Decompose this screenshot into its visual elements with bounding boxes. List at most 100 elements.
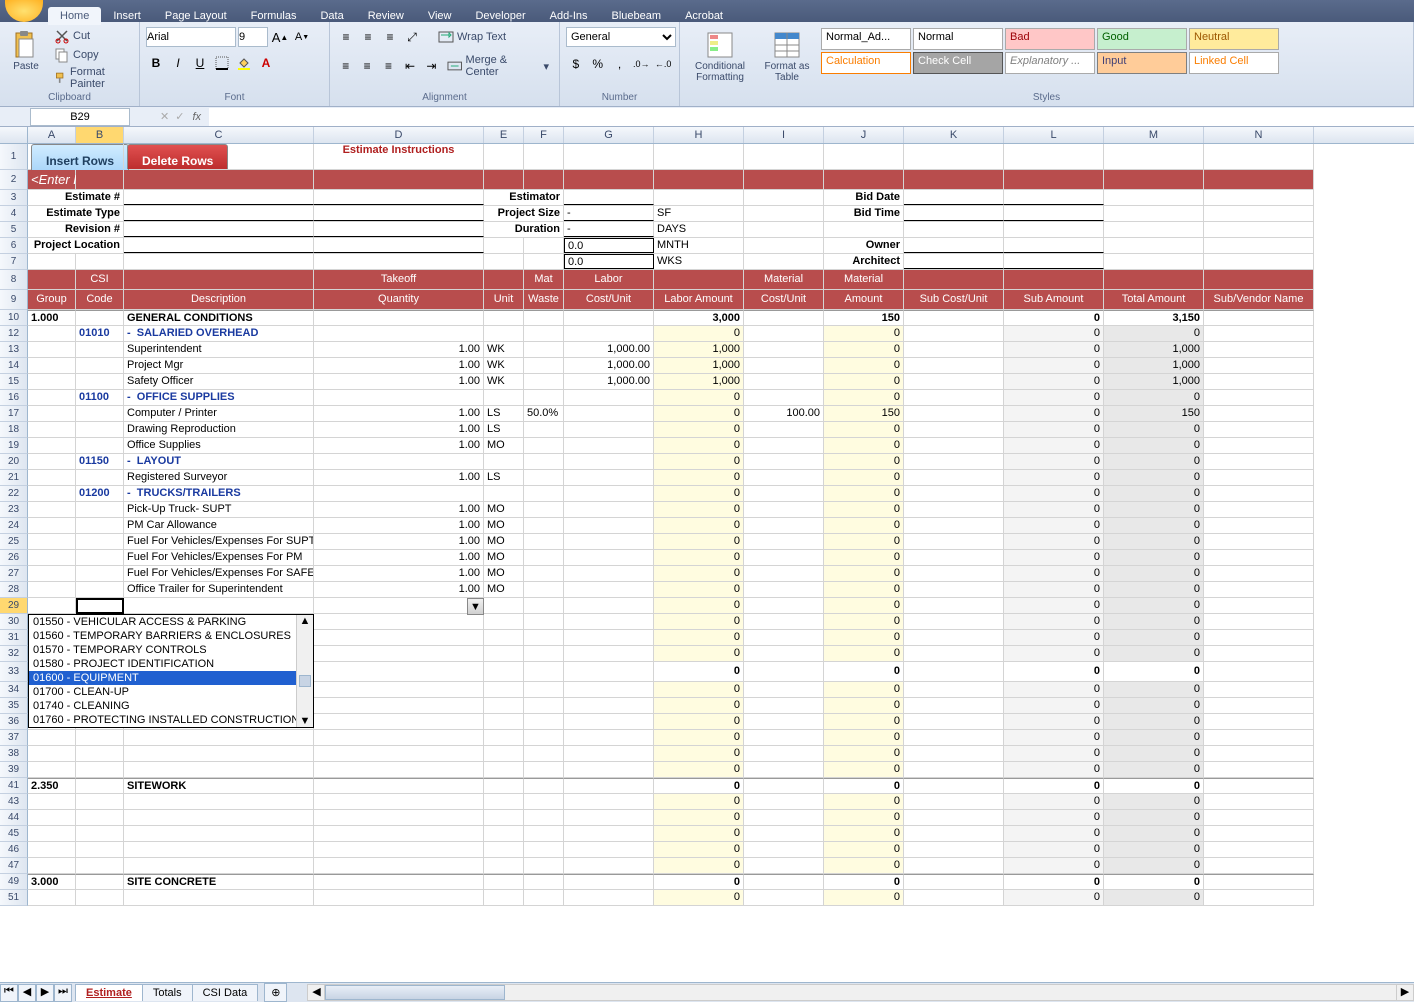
enter-formula-icon[interactable]: ✓ [175,110,184,123]
row-header-34[interactable]: 34 [0,682,28,698]
row-header-45[interactable]: 45 [0,826,28,842]
row-header-6[interactable]: 6 [0,238,28,254]
column-header-L[interactable]: L [1004,127,1104,143]
font-color-button[interactable]: A [256,53,276,73]
format-painter-button[interactable]: Format Painter [50,65,133,91]
cell-style-option[interactable]: Calculation [821,52,911,74]
dropdown-scrollbar[interactable]: ▲▼ [296,615,313,727]
cell-style-option[interactable]: Explanatory ... [1005,52,1095,74]
dropdown-item[interactable]: 01550 - VEHICULAR ACCESS & PARKING [29,615,313,629]
row-header-43[interactable]: 43 [0,794,28,810]
dropdown-item[interactable]: 01700 - CLEAN-UP [29,685,313,699]
row-header-33[interactable]: 33 [0,662,28,682]
row-header-15[interactable]: 15 [0,374,28,390]
row-header-26[interactable]: 26 [0,550,28,566]
row-header-7[interactable]: 7 [0,254,28,270]
row-header-1[interactable]: 1 [0,144,28,170]
column-header-C[interactable]: C [124,127,314,143]
orientation-button[interactable]: ⤢ [402,27,422,47]
column-header-E[interactable]: E [484,127,524,143]
dropdown-item[interactable]: 01760 - PROTECTING INSTALLED CONSTRUCTIO… [29,713,313,727]
row-header-5[interactable]: 5 [0,222,28,238]
cell-style-option[interactable]: Bad [1005,28,1095,50]
new-sheet-button[interactable]: ⊕ [264,983,287,1002]
row-header-35[interactable]: 35 [0,698,28,714]
align-bottom-button[interactable]: ≡ [380,27,400,47]
select-all-button[interactable] [0,127,28,143]
percent-button[interactable]: % [588,54,608,74]
column-header-M[interactable]: M [1104,127,1204,143]
underline-button[interactable]: U [190,53,210,73]
row-header-19[interactable]: 19 [0,438,28,454]
row-header-16[interactable]: 16 [0,390,28,406]
column-header-A[interactable]: A [28,127,76,143]
increase-decimal-button[interactable]: .0→ [631,54,651,74]
row-header-36[interactable]: 36 [0,714,28,730]
column-header-H[interactable]: H [654,127,744,143]
row-header-24[interactable]: 24 [0,518,28,534]
row-header-17[interactable]: 17 [0,406,28,422]
next-sheet-button[interactable]: ▶ [36,984,54,1002]
cut-button[interactable]: Cut [50,27,133,45]
dropdown-list[interactable]: 01550 - VEHICULAR ACCESS & PARKING01560 … [28,614,314,728]
border-button[interactable] [212,53,232,73]
align-left-button[interactable]: ≡ [336,56,355,76]
row-header-41[interactable]: 41 [0,778,28,794]
dropdown-item[interactable]: 01580 - PROJECT IDENTIFICATION [29,657,313,671]
row-header-10[interactable]: 10 [0,310,28,326]
column-header-N[interactable]: N [1204,127,1314,143]
font-name-select[interactable] [146,27,236,47]
column-header-I[interactable]: I [744,127,824,143]
cell-styles-gallery[interactable]: Normal_Ad...NormalBadGoodNeutralCalculat… [820,27,1300,75]
dropdown-item[interactable]: 01740 - CLEANING [29,699,313,713]
formula-input[interactable] [209,108,1414,126]
row-header-25[interactable]: 25 [0,534,28,550]
sheet-tab-estimate[interactable]: Estimate [75,984,143,1001]
row-header-39[interactable]: 39 [0,762,28,778]
row-header-2[interactable]: 2 [0,170,28,190]
row-header-37[interactable]: 37 [0,730,28,746]
align-right-button[interactable]: ≡ [379,56,398,76]
comma-button[interactable]: , [610,54,630,74]
sheet-tab-totals[interactable]: Totals [142,984,193,1001]
bold-button[interactable]: B [146,53,166,73]
row-header-47[interactable]: 47 [0,858,28,874]
align-top-button[interactable]: ≡ [336,27,356,47]
cell-style-option[interactable]: Input [1097,52,1187,74]
increase-font-button[interactable]: A▲ [270,27,290,47]
last-sheet-button[interactable]: ⏭ [54,984,72,1002]
first-sheet-button[interactable]: ⏮ [0,984,18,1002]
name-box[interactable] [30,108,130,126]
cell-style-option[interactable]: Neutral [1189,28,1279,50]
row-header-18[interactable]: 18 [0,422,28,438]
cell-style-option[interactable]: Normal [913,28,1003,50]
row-header-8[interactable]: 8 [0,270,28,290]
sheet-tab-csi-data[interactable]: CSI Data [192,984,259,1001]
dropdown-item[interactable]: 01570 - TEMPORARY CONTROLS [29,643,313,657]
row-header-3[interactable]: 3 [0,190,28,206]
delete-rows-button[interactable]: Delete Rows [127,144,228,169]
column-header-B[interactable]: B [76,127,124,143]
decrease-font-button[interactable]: A▼ [292,27,312,47]
align-center-button[interactable]: ≡ [357,56,376,76]
paste-button[interactable]: Paste [6,27,46,74]
row-header-32[interactable]: 32 [0,646,28,662]
row-header-31[interactable]: 31 [0,630,28,646]
office-button[interactable] [5,0,43,22]
format-as-table-button[interactable]: Format as Table [758,27,816,85]
align-middle-button[interactable]: ≡ [358,27,378,47]
row-header-20[interactable]: 20 [0,454,28,470]
row-header-27[interactable]: 27 [0,566,28,582]
row-header-12[interactable]: 12 [0,326,28,342]
copy-button[interactable]: Copy [50,46,133,64]
increase-indent-button[interactable]: ⇥ [422,56,441,76]
row-header-23[interactable]: 23 [0,502,28,518]
column-header-J[interactable]: J [824,127,904,143]
dropdown-item[interactable]: 01600 - EQUIPMENT [29,671,313,685]
row-header-44[interactable]: 44 [0,810,28,826]
row-header-46[interactable]: 46 [0,842,28,858]
number-format-select[interactable]: General [566,27,676,47]
cell-style-option[interactable]: Check Cell [913,52,1003,74]
italic-button[interactable]: I [168,53,188,73]
row-header-14[interactable]: 14 [0,358,28,374]
